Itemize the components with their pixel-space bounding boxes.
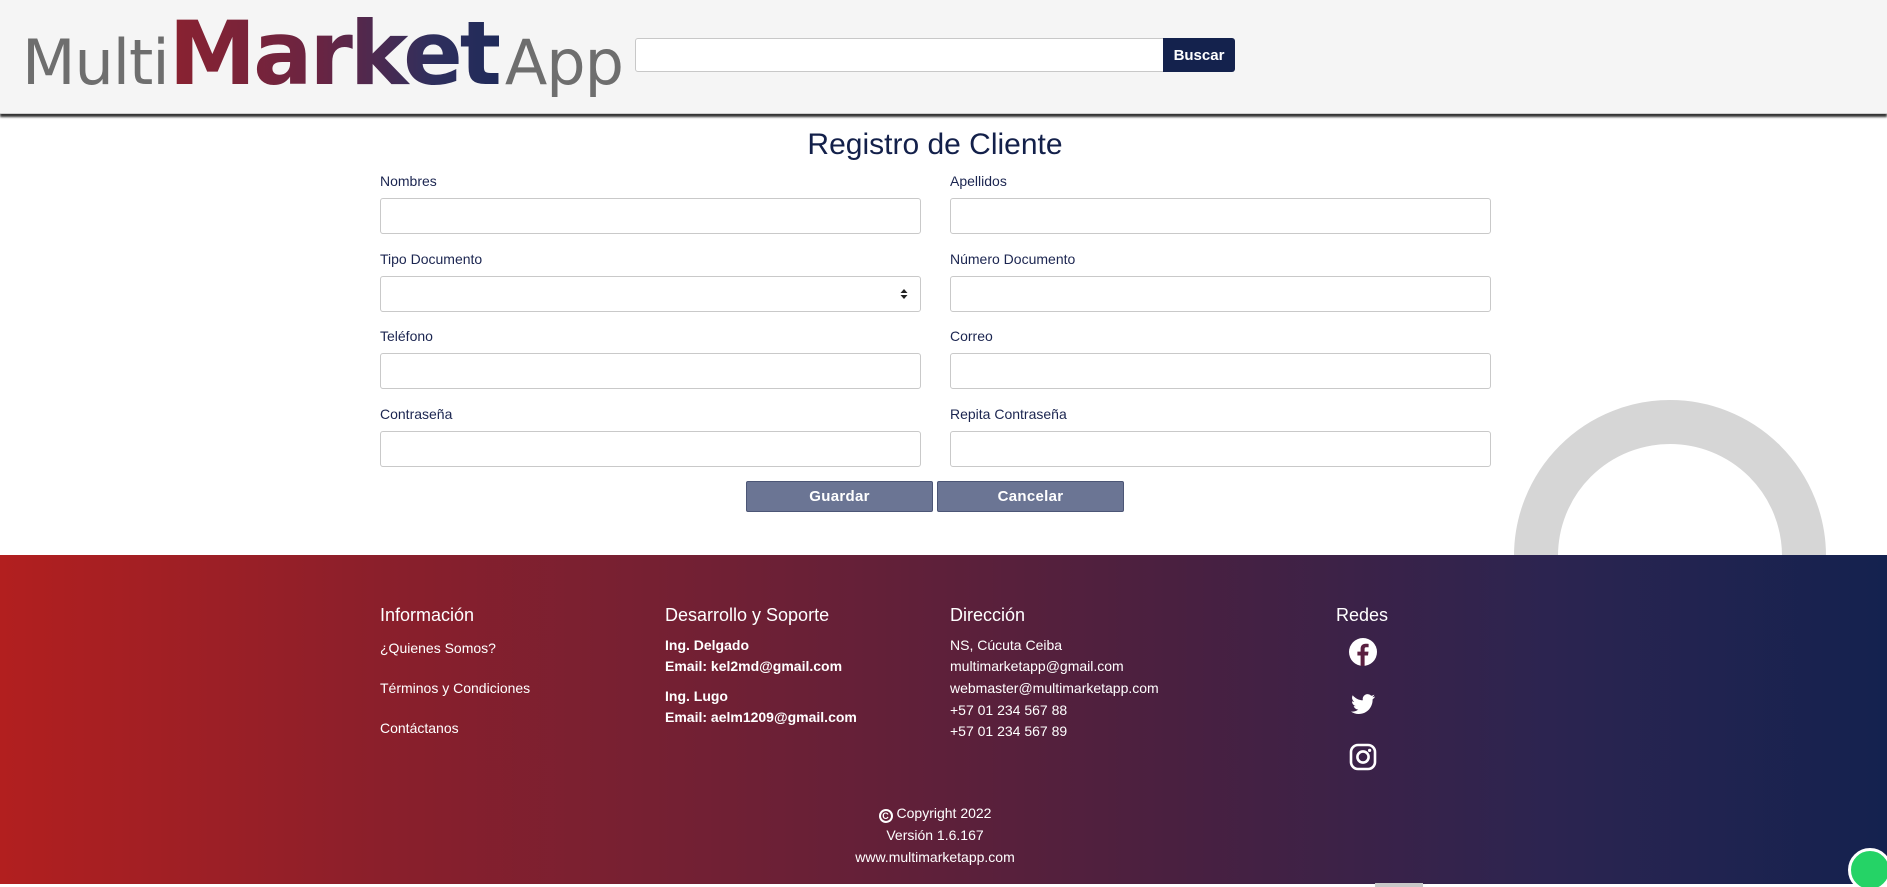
search-button[interactable]: Buscar [1163, 38, 1235, 72]
numero-documento-input[interactable] [950, 276, 1491, 312]
instagram-icon[interactable] [1348, 742, 1378, 772]
copyright-icon: C [878, 809, 893, 823]
footer-link-contactanos[interactable]: Contáctanos [380, 720, 459, 736]
nombres-label: Nombres [380, 173, 437, 189]
correo-label: Correo [950, 328, 993, 344]
tipo-documento-label: Tipo Documento [380, 251, 483, 267]
repita-contrasena-label: Repita Contraseña [950, 406, 1067, 422]
logo-text-multi: Multi [22, 26, 170, 99]
repita-contrasena-input[interactable] [950, 431, 1491, 467]
address-phone-2: +57 01 234 567 89 [950, 723, 1068, 739]
twitter-icon[interactable] [1348, 689, 1378, 719]
footer-link-quienes-somos[interactable]: ¿Quienes Somos? [380, 640, 496, 656]
support-email-delgado: Email: kel2md@gmail.com [665, 658, 843, 674]
facebook-icon[interactable] [1348, 637, 1378, 667]
copyright: C Copyright 2022 [0, 805, 1870, 823]
numero-documento-label: Número Documento [950, 251, 1076, 267]
social-heading: Redes [1336, 605, 1389, 625]
contrasena-label: Contraseña [380, 406, 453, 422]
support-heading: Desarrollo y Soporte [665, 605, 830, 625]
logo[interactable]: Multi Market App [22, 2, 624, 105]
contrasena-input[interactable] [380, 431, 921, 467]
support-email-lugo: Email: aelm1209@gmail.com [665, 709, 857, 725]
support-name-lugo: Ing. Lugo [665, 688, 728, 704]
search-input[interactable] [635, 38, 1165, 72]
save-button[interactable]: Guardar [746, 481, 933, 512]
scrollbar-thumb[interactable] [1375, 883, 1423, 887]
apellidos-label: Apellidos [950, 173, 1007, 189]
telefono-label: Teléfono [380, 328, 433, 344]
support-name-delgado: Ing. Delgado [665, 637, 749, 653]
telefono-input[interactable] [380, 353, 921, 389]
address-phone-1: +57 01 234 567 88 [950, 702, 1068, 718]
nombres-input[interactable] [380, 198, 921, 234]
site-footer: Información ¿Quienes Somos? Términos y C… [0, 555, 1887, 884]
tipo-documento-select[interactable] [380, 276, 921, 312]
cancel-button[interactable]: Cancelar [937, 481, 1124, 512]
footer-link-terminos[interactable]: Términos y Condiciones [380, 680, 530, 696]
version-text: Versión 1.6.167 [886, 827, 984, 843]
copyright-text: Copyright 2022 [896, 805, 992, 821]
address-email-2: webmaster@multimarketapp.com [950, 680, 1159, 696]
page-title: Registro de Cliente [807, 128, 1063, 161]
site-header: Multi Market App Buscar [0, 0, 1887, 114]
website-link[interactable]: www.multimarketapp.com [0, 849, 1870, 865]
address-heading: Dirección [950, 605, 1026, 625]
address-line: NS, Cúcuta Ceiba [950, 637, 1063, 653]
apellidos-input[interactable] [950, 198, 1491, 234]
select-arrows-icon [900, 289, 908, 299]
logo-text-market: Market [168, 2, 502, 105]
correo-input[interactable] [950, 353, 1491, 389]
info-heading: Información [380, 605, 475, 625]
address-email-1: multimarketapp@gmail.com [950, 658, 1124, 674]
logo-text-app: App [504, 26, 624, 99]
whatsapp-icon[interactable] [1848, 848, 1887, 887]
